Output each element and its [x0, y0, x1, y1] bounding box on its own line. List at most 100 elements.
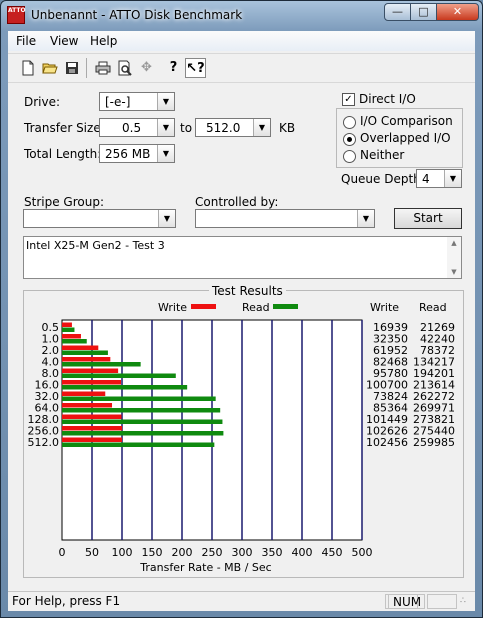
io-comparison-radio[interactable]: [343, 116, 356, 129]
x-tick-label: 150: [142, 546, 163, 559]
write-bar: [62, 414, 122, 419]
x-tick-label: 0: [59, 546, 66, 559]
transfer-size-label: Transfer Size:: [24, 121, 105, 135]
test-results-group: Test Results Write Read Write Read 0.5 1.…: [23, 284, 464, 578]
minimize-icon: —: [392, 5, 403, 18]
write-bar: [62, 345, 99, 350]
read-bar: [62, 396, 216, 401]
chevron-down-icon[interactable]: ▼: [157, 119, 174, 136]
category-label: 512.0: [28, 436, 60, 449]
legend-read-swatch: [273, 304, 298, 309]
close-button[interactable]: ✕: [436, 3, 479, 21]
controlled-by-label: Controlled by:: [195, 195, 279, 209]
description-scrollbar[interactable]: ▲ ▼: [447, 237, 461, 278]
queue-depth-select[interactable]: 4 ▼: [416, 169, 462, 188]
legend-write-label: Write: [158, 301, 187, 314]
close-icon: ✕: [452, 5, 463, 18]
new-icon[interactable]: [17, 58, 38, 78]
column-header-write: Write: [370, 301, 399, 314]
results-chart: Write Read Write Read 0.51.02.04.08.016.…: [28, 301, 456, 574]
minimize-button[interactable]: —: [384, 3, 411, 21]
mode-group: I/O Comparison Overlapped I/O Neither: [336, 108, 463, 168]
title-bar[interactable]: ATTO Unbenannt - ATTO Disk Benchmark — □…: [1, 1, 482, 29]
read-bar: [62, 385, 188, 390]
app-icon-text: ATTO: [8, 7, 26, 14]
toolbar: ✥ ? ↖?: [8, 53, 475, 83]
help-icon[interactable]: ?: [163, 58, 184, 78]
read-bar: [62, 327, 75, 332]
transfer-size-to-value: 512.0: [206, 121, 241, 135]
unit-label: KB: [279, 121, 296, 135]
context-help-icon[interactable]: ↖?: [185, 58, 206, 78]
chevron-down-icon[interactable]: ▼: [253, 119, 270, 136]
x-tick-label: 50: [85, 546, 99, 559]
read-value: 259985: [413, 436, 455, 449]
write-bar: [62, 322, 72, 327]
neither-radio[interactable]: [343, 150, 356, 163]
drive-value: [-e-]: [105, 95, 131, 109]
print-preview-icon[interactable]: [114, 58, 135, 78]
x-tick-label: 100: [112, 546, 133, 559]
write-bar: [62, 368, 119, 373]
chevron-down-icon[interactable]: ▼: [157, 93, 174, 110]
direct-io-label: Direct I/O: [359, 92, 416, 106]
drive-select[interactable]: [-e-] ▼: [99, 92, 175, 111]
chevron-down-icon[interactable]: ▼: [444, 170, 461, 187]
column-header-read: Read: [419, 301, 447, 314]
read-bar: [62, 442, 215, 447]
write-value: 102456: [366, 436, 408, 449]
scroll-up-icon[interactable]: ▲: [447, 239, 461, 247]
drive-label: Drive:: [24, 95, 61, 109]
client-area: File View Help ✥ ? ↖? Drive: [-e-] ▼ Tra…: [8, 31, 475, 611]
x-axis-label: Transfer Rate - MB / Sec: [139, 561, 271, 574]
queue-depth-label: Queue Depth:: [341, 172, 425, 186]
x-tick-label: 500: [352, 546, 373, 559]
read-bar: [62, 373, 176, 378]
write-bar: [62, 426, 123, 431]
status-empty-panel-2: [427, 594, 457, 609]
menu-bar: File View Help: [8, 31, 475, 51]
start-button[interactable]: Start: [394, 208, 462, 229]
open-icon[interactable]: [39, 58, 60, 78]
chevron-down-icon[interactable]: ▼: [158, 210, 175, 227]
maximize-button[interactable]: □: [410, 3, 437, 21]
io-comparison-label: I/O Comparison: [360, 114, 453, 128]
description-textarea[interactable]: Intel X25-M Gen2 - Test 3 ▲ ▼: [23, 236, 462, 279]
toolbar-separator: [86, 58, 87, 78]
stripe-group-select[interactable]: ▼: [23, 209, 176, 228]
x-tick-label: 450: [322, 546, 343, 559]
transfer-size-from-value: 0.5: [122, 121, 142, 135]
transfer-size-to-select[interactable]: 512.0 ▼: [195, 118, 271, 137]
write-bar: [62, 437, 123, 442]
transfer-size-from-select[interactable]: 0.5 ▼: [99, 118, 175, 137]
menu-view[interactable]: View: [50, 34, 78, 48]
menu-file[interactable]: File: [16, 34, 36, 48]
direct-io-checkbox[interactable]: ✓: [342, 93, 355, 106]
total-length-select[interactable]: 256 MB ▼: [99, 144, 175, 163]
resize-grip-icon[interactable]: ∴: [460, 596, 466, 606]
description-text: Intel X25-M Gen2 - Test 3: [26, 239, 165, 252]
read-bar: [62, 362, 141, 367]
write-bar: [62, 391, 106, 396]
scroll-down-icon[interactable]: ▼: [447, 268, 461, 276]
x-tick-label: 300: [232, 546, 253, 559]
x-tick-label: 200: [172, 546, 193, 559]
check-icon: ✓: [344, 94, 353, 105]
chevron-down-icon[interactable]: ▼: [157, 145, 174, 162]
write-bar: [62, 357, 111, 362]
read-bar: [62, 408, 221, 413]
maximize-icon: □: [418, 5, 429, 18]
chevron-down-icon[interactable]: ▼: [357, 210, 374, 227]
neither-label: Neither: [360, 148, 405, 162]
write-bar: [62, 380, 122, 385]
controlled-by-select[interactable]: ▼: [195, 209, 375, 228]
menu-help[interactable]: Help: [90, 34, 117, 48]
legend-write-swatch: [191, 304, 216, 309]
overlapped-io-radio[interactable]: [343, 133, 356, 146]
print-icon[interactable]: [92, 58, 113, 78]
window-title: Unbenannt - ATTO Disk Benchmark: [31, 8, 243, 22]
move-icon[interactable]: ✥: [136, 58, 157, 78]
write-bar: [62, 403, 113, 408]
status-num-indicator: NUM: [388, 594, 425, 609]
save-icon[interactable]: [61, 58, 82, 78]
